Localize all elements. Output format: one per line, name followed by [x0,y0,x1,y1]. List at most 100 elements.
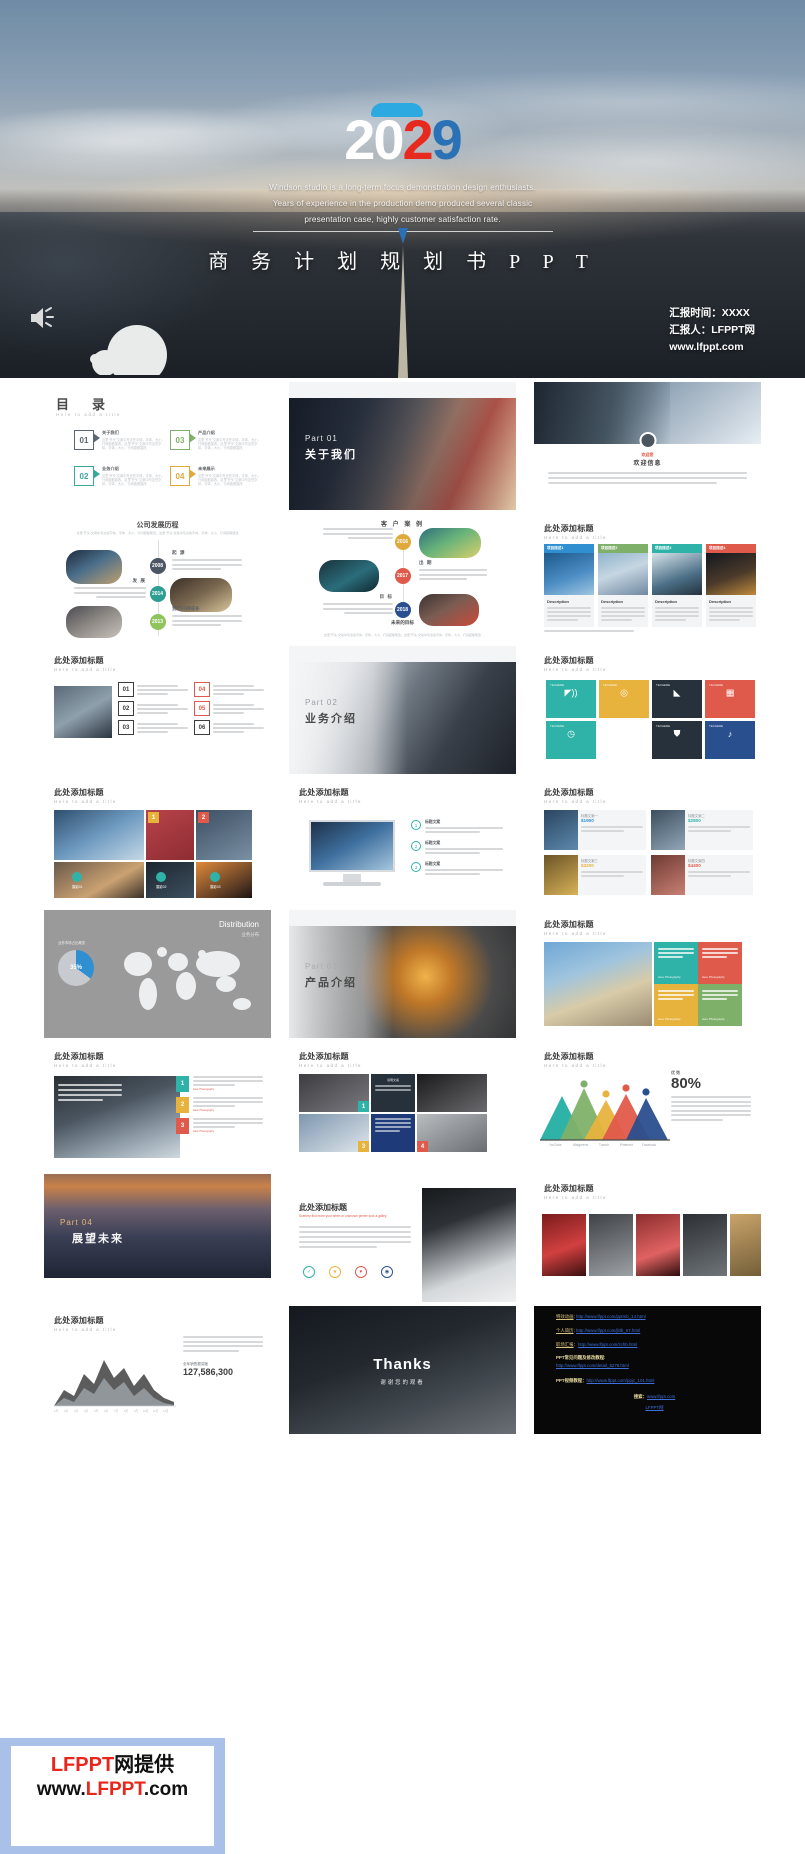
tile-blank[interactable] [599,721,649,759]
project-card[interactable]: 项目描述4 Description [706,544,756,627]
slide-part-03[interactable]: Part 03 产品介绍 [289,910,516,1038]
tile-megaphone[interactable]: ◤)) TEXHERE [546,680,596,718]
numbered-item[interactable]: 05 [194,701,264,716]
price-card[interactable]: 标题文案二 $2800 [651,810,753,850]
strip-photo-2[interactable] [589,1214,633,1276]
slide-distribution-map[interactable]: Distribution 业务分布 35% 业务市场占比概览 [44,910,271,1038]
slide-bottom-bar [44,1278,271,1302]
numbered-item[interactable]: 02 [118,701,188,716]
link-block-1[interactable]: PPT常见问题及修改教程: http://www.lfppt.com/detai… [556,1355,753,1370]
slide-monitor[interactable]: 此处添加标题 Here to add a title 1 标题文案 2 标题文案… [289,778,516,906]
slide-part-02[interactable]: Part 02 业务介绍 [289,646,516,774]
price-card[interactable]: 标题文案三 $3200 [544,855,646,895]
thanks-subtitle: 谢谢您的观看 [380,1380,425,1386]
tile-label: TEXHERE [550,724,565,728]
thanks-title: Thanks [373,1356,432,1373]
search-site-name[interactable]: LFPPT网 [556,1403,753,1412]
toc-item-3[interactable]: 03 产品介绍 这里“开头”文案中写这些字体，字体、大小、行间距都能改。这里“开… [170,430,262,458]
slide-photo-grid-4[interactable]: 此处添加标题 Here to add a title 1 说明文案 3 4 [289,1042,516,1170]
list-item[interactable]: 3 标题文案 [411,862,503,875]
strip-photo-1[interactable] [542,1214,586,1276]
toc-item-1[interactable]: 01 关于我们 这里“开头”文案中写这些字体，字体、大小、行间距都能改。这里“开… [74,430,166,458]
slide-photo-strip[interactable]: 此处添加标题 Here to add a title [534,1174,761,1302]
slide-color-blocks[interactable]: 此处添加标题 Here to add a title Here Photogra… [534,910,761,1038]
slide-case-timeline[interactable]: 客 户 案 例 2016 2017 出 期 2018 目 标 未来的目标 这里“… [289,514,516,642]
slide-part-01[interactable]: Part 01 关于我们 [289,382,516,510]
link-row-1[interactable]: 特效动画: http://www.lfppt.com/pptmb_14.html [556,1312,753,1321]
grid-photo-2[interactable] [417,1074,487,1112]
link-label: 特效动画 [556,1314,574,1319]
search-url[interactable]: www.lfppt.com [647,1394,675,1399]
page-subtitle: Here to add a title [54,1063,117,1068]
toc-number-badge: 02 [74,466,100,486]
slide-table-of-contents[interactable]: 目 录 Here to add a title 01 关于我们 这里“开头”文案… [44,382,271,510]
slide-numbered-list[interactable]: 此处添加标题 Here to add a title 01 04 02 05 0… [44,646,271,774]
strip-photo-5[interactable] [730,1214,761,1276]
search-row[interactable]: 搜索：www.lfppt.com LFPPT网 [556,1392,753,1412]
color-block-green[interactable]: Here Photography [698,984,742,1026]
part-title: 展望未来 [72,1233,124,1245]
tile-mic[interactable]: ♪ TEXHERE [705,721,755,759]
tile-grid[interactable]: ▦ TEXHERE [705,680,755,718]
slide-mountain-chart[interactable]: 此处添加标题 Here to add a title YouTube Walgre… [534,1042,761,1170]
slide-keyboard[interactable]: 此处添加标题 Scenery find more your when or un… [289,1174,516,1302]
item-number: 05 [194,701,210,716]
link-url[interactable]: http://www.lfppt.com/pptmb_14.html [576,1314,646,1319]
toc-text: 产品介绍 这里“开头”文案中写这些字体，字体、大小、行间距都能改。这里“开头”文… [198,430,262,451]
list-item[interactable]: 1 标题文案 [411,820,503,833]
price-card-grid: 标题文案一 $1900 标题文案二 $2800 标题文案三 $3200 标题文案… [544,810,753,895]
tile-tag[interactable]: ◣ TEXHERE [652,680,702,718]
strip-photo-3[interactable] [636,1214,680,1276]
tile-target[interactable]: ◎ TEXHERE [599,680,649,718]
project-card[interactable]: 项目描述2 Description [598,544,648,627]
slide-welcome[interactable]: 欢迎您 欢迎信息 [534,382,761,510]
slide-gallery-tiles[interactable]: 此处添加标题 Here to add a title 摄影01 摄影02 摄影0… [44,778,271,906]
toc-item-4[interactable]: 04 未来展示 这里“开头”文案中写这些字体，字体、大小、行间距都能改。这里“开… [170,466,262,494]
grid-photo-3[interactable]: 3 [299,1114,369,1152]
numbered-item[interactable]: 01 [118,682,188,697]
link-url[interactable]: http://www.lfppt.com/jldb_67.html [576,1328,640,1333]
slide-icon-tiles[interactable]: 此处添加标题 Here to add a title ◤)) TEXHERE ◎… [534,646,761,774]
slide-area-chart[interactable]: 此处添加标题 Here to add a title 1月 2月 3月 4月 5月 6月… [44,1306,271,1434]
report-time: 汇报时间：XXXX [669,307,750,319]
strip-photo-4[interactable] [683,1214,727,1276]
tile-clock[interactable]: ◷ TEXHERE [546,721,596,759]
grid-photo-1[interactable]: 1 [299,1074,369,1112]
slide-company-timeline[interactable]: 公司发展历程 这里“开头”文案中写这些字体，字体、大小、行间距都能改。这里“开头… [44,514,271,642]
slide-price-cards[interactable]: 此处添加标题 Here to add a title 标题文案一 $1900 标… [534,778,761,906]
price-card[interactable]: 标题文案一 $1900 [544,810,646,850]
project-card[interactable]: 项目描述3 Description [652,544,702,627]
slide-thanks[interactable]: Thanks 谢谢您的观看 [289,1306,516,1434]
tile-shield[interactable]: ⛊ TEXHERE [652,721,702,759]
project-photo [598,553,648,595]
link-url[interactable]: http://www.lfppt.com/zchb.html [578,1342,637,1347]
toc-item-2[interactable]: 02 业务介绍 这里“开头”文案中写这些字体，字体、大小、行间距都能改。这里“开… [74,466,166,494]
link-row-3[interactable]: 职场汇报：http://www.lfppt.com/zchb.html [556,1340,753,1349]
link-row-2[interactable]: 个人简历: http://www.lfppt.com/jldb_67.html [556,1326,753,1335]
grid-photo-4[interactable]: 4 [417,1114,487,1152]
numbered-item[interactable]: 06 [194,720,264,735]
numbered-item[interactable]: 04 [194,682,264,697]
slide-links[interactable]: 特效动画: http://www.lfppt.com/pptmb_14.html… [534,1306,761,1434]
link-block-2[interactable]: PPT视频教程：http://www.lfppt.com/ppjc_101.ht… [556,1376,753,1385]
part-title: 业务介绍 [305,713,357,725]
case-photo-1 [419,528,481,558]
color-block-red[interactable]: Here Photography [698,942,742,984]
slide-part-04[interactable]: Part 04 展望未来 [44,1174,271,1302]
part-label: Part 02 [305,698,338,707]
numbered-item[interactable]: 03 [118,720,188,735]
block-url[interactable]: http://www.lfppt.com/detail_5278.html [556,1363,629,1368]
color-block-teal[interactable]: Here Photography [654,942,698,984]
project-card[interactable]: 项目描述1 Description [544,544,594,627]
numbered-item[interactable]: 1 Here Photography [176,1076,263,1092]
numbered-item[interactable]: 2 Here Photography [176,1097,263,1113]
slide-photo-numbered[interactable]: 此处添加标题 Here to add a title 1 Here Photog… [44,1042,271,1170]
price-card[interactable]: 标题文案四 $4400 [651,855,753,895]
page-title: 此处添加标题 [54,1316,104,1325]
numbered-item[interactable]: 3 Here Photography [176,1118,263,1134]
slide-project-cards[interactable]: 此处添加标题 Here to add a title 项目描述1 Descrip… [534,514,761,642]
block-url[interactable]: http://www.lfppt.com/ppjc_101.html [587,1378,655,1383]
color-block-yellow[interactable]: Here Photography [654,984,698,1026]
list-item[interactable]: 2 标题文案 [411,841,503,854]
donut-chart: 35% [58,950,94,986]
